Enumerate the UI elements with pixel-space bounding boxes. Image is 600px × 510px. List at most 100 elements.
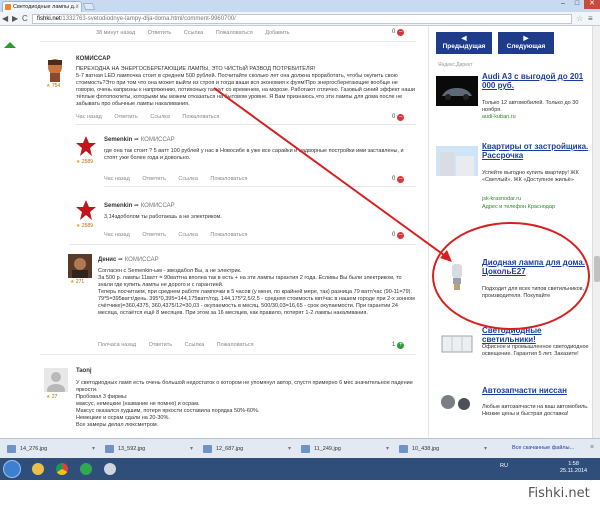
comment-author[interactable]: КОМИССАР — [76, 56, 111, 62]
download-item[interactable]: 12_687.jpg ▾ — [200, 442, 294, 456]
bookmark-star-icon[interactable]: ☆ — [576, 14, 583, 23]
ad-image-building[interactable] — [436, 146, 478, 176]
comment-time: 38 минут назад — [96, 30, 136, 36]
address-bar-row: ◀ ▶ C fishki.net/1332763-svetodiodnye-la… — [0, 12, 600, 26]
vote-down-button[interactable]: – — [397, 114, 405, 121]
link-link[interactable]: Ссылка — [178, 176, 197, 182]
minimize-button[interactable]: – — [556, 0, 570, 9]
add-link[interactable]: Добавить — [265, 30, 289, 36]
maximize-button[interactable]: □ — [570, 0, 584, 9]
window-close-button[interactable]: ✕ — [584, 0, 600, 9]
ad-item[interactable]: Audi A3 с выгодой до 201 000 руб. Только… — [436, 72, 596, 126]
complain-link[interactable]: Пожаловаться — [210, 232, 247, 238]
chevron-down-icon[interactable]: ▾ — [288, 442, 291, 456]
chevron-down-icon[interactable]: ▾ — [386, 442, 389, 456]
ad-item[interactable]: Квартиры от застройщика. Рассрочка Успей… — [436, 142, 596, 230]
link-link[interactable]: Ссылка — [178, 232, 197, 238]
user-rating: ★ 2589 — [76, 159, 93, 165]
chevron-down-icon[interactable]: ▾ — [92, 442, 95, 456]
link-link[interactable]: Ссылка — [150, 114, 169, 120]
complain-link[interactable]: Пожаловаться — [182, 114, 219, 120]
forward-button[interactable]: ▶ — [12, 14, 18, 24]
browser-tabbar: Светодиодные лампы д... × – □ ✕ — [0, 0, 600, 12]
complain-link[interactable]: Пожаловаться — [210, 176, 247, 182]
browser-menu-icon[interactable]: ≡ — [588, 14, 593, 23]
vote-down-button[interactable]: – — [397, 29, 405, 36]
chevron-down-icon[interactable]: ▾ — [190, 442, 193, 456]
user-rating: ★ 754 — [46, 83, 61, 89]
browser-tab[interactable]: Светодиодные лампы д... × — [2, 1, 82, 12]
ad-title[interactable]: Audi A3 с выгодой до 201 000 руб. — [482, 72, 592, 90]
ad-address[interactable]: Адрес и телефон Краснодар — [482, 204, 592, 211]
comment-time: Час назад — [76, 114, 102, 120]
close-icon[interactable]: × — [590, 444, 594, 451]
url-input[interactable]: fishki.net/1332763-svetodiodnye-lampy-dl… — [32, 14, 572, 24]
comment-author[interactable]: Semenkin ➦ КОМИССАР — [104, 136, 175, 143]
avatar[interactable] — [44, 368, 68, 392]
page-content: 38 минут назад Ответить Ссылка Пожаловат… — [0, 26, 600, 438]
chrome-taskbar-icon[interactable] — [50, 460, 74, 478]
taskbar-clock[interactable]: 1:58 25.11.2014 — [560, 461, 587, 475]
link-link[interactable]: Ссылка — [184, 30, 203, 36]
ad-item[interactable]: Светодиодные светильники! Офисное и пром… — [436, 326, 596, 380]
scrollbar-thumb[interactable] — [594, 256, 600, 282]
vote-down-button[interactable]: – — [397, 176, 405, 183]
ad-image-car[interactable] — [436, 76, 478, 106]
avatar[interactable] — [68, 254, 92, 278]
download-item[interactable]: 11_249.jpg ▾ — [298, 442, 392, 456]
comment-author[interactable]: Денис ➦ КОМИССАР — [98, 256, 159, 263]
reply-link[interactable]: Ответить — [148, 30, 172, 36]
close-tab-icon[interactable]: × — [75, 2, 79, 12]
watermark-area: Fishki.net — [0, 480, 600, 510]
app-taskbar-icon[interactable] — [74, 460, 98, 478]
comment-author[interactable]: Taonj — [76, 368, 92, 374]
prev-post-button[interactable]: ◀ Предыдущая — [436, 32, 492, 54]
ad-title[interactable]: Диодная лампа для дома. ЦокольE27 — [482, 258, 592, 276]
reply-link[interactable]: Ответить — [142, 232, 166, 238]
ad-body: Офисное и промышленное светодиодное осве… — [482, 344, 589, 357]
reload-button[interactable]: C — [22, 14, 28, 24]
reply-link[interactable]: Ответить — [142, 176, 166, 182]
download-item[interactable]: 14_276.jpg ▾ — [4, 442, 98, 456]
downloads-bar: 14_276.jpg ▾ 13_592.jpg ▾ 12_687.jpg ▾ 11_2… — [0, 438, 600, 458]
ad-title[interactable]: Светодиодные светильники! — [482, 326, 592, 344]
download-item[interactable]: 13_592.jpg ▾ — [102, 442, 196, 456]
reply-link[interactable]: Ответить — [149, 342, 173, 348]
explorer-taskbar-icon[interactable] — [26, 460, 50, 478]
ad-image-auto-parts[interactable] — [436, 388, 478, 418]
comment-author[interactable]: Semenkin ➦ КОМИССАР — [104, 202, 175, 209]
vote-up-button[interactable]: + — [397, 342, 405, 349]
ad-image-lamp[interactable] — [436, 262, 478, 292]
back-button[interactable]: ◀ — [2, 14, 8, 24]
app-taskbar-icon[interactable] — [98, 460, 122, 478]
page-scrollbar[interactable] — [592, 26, 600, 438]
avatar[interactable] — [74, 198, 98, 222]
complain-link[interactable]: Пожаловаться — [216, 30, 253, 36]
ad-image-light-panel[interactable] — [436, 328, 478, 358]
download-item[interactable]: 10_438.jpg ▾ — [396, 442, 490, 456]
chevron-down-icon[interactable]: ▾ — [484, 442, 487, 456]
reply-link[interactable]: Ответить — [114, 114, 138, 120]
ad-link[interactable]: audi-kuban.ru — [482, 114, 592, 121]
scroll-up-arrow-icon[interactable] — [4, 42, 16, 48]
ad-item[interactable]: Автозапчасти ниссан Любые автозапчасти н… — [436, 386, 596, 436]
vote-widget: 0– — [392, 114, 405, 121]
all-downloads-link[interactable]: Все скачанные файлы... — [512, 445, 574, 451]
comment-meta: Час назад Ответить Ссылка Пожаловаться — [76, 114, 230, 120]
avatar[interactable] — [74, 134, 98, 158]
system-tray[interactable]: RU — [500, 463, 508, 469]
divider — [428, 26, 429, 438]
complain-link[interactable]: Пожаловаться — [217, 342, 254, 348]
link-link[interactable]: Ссылка — [185, 342, 204, 348]
vote-down-button[interactable]: – — [397, 232, 405, 239]
language-indicator[interactable]: RU — [500, 463, 508, 469]
ad-title[interactable]: Квартиры от застройщика. Рассрочка — [482, 142, 592, 160]
ad-link[interactable]: jsk-krasnodar.ru — [482, 196, 592, 203]
next-post-button[interactable]: ▶ Следующая — [498, 32, 554, 54]
ad-title[interactable]: Автозапчасти ниссан — [482, 386, 592, 395]
new-tab-button[interactable] — [82, 3, 96, 10]
start-button[interactable] — [3, 460, 21, 478]
image-file-icon — [105, 445, 114, 453]
ad-item[interactable]: Диодная лампа для дома. ЦокольE27 Подход… — [436, 258, 596, 324]
avatar[interactable] — [44, 56, 66, 82]
